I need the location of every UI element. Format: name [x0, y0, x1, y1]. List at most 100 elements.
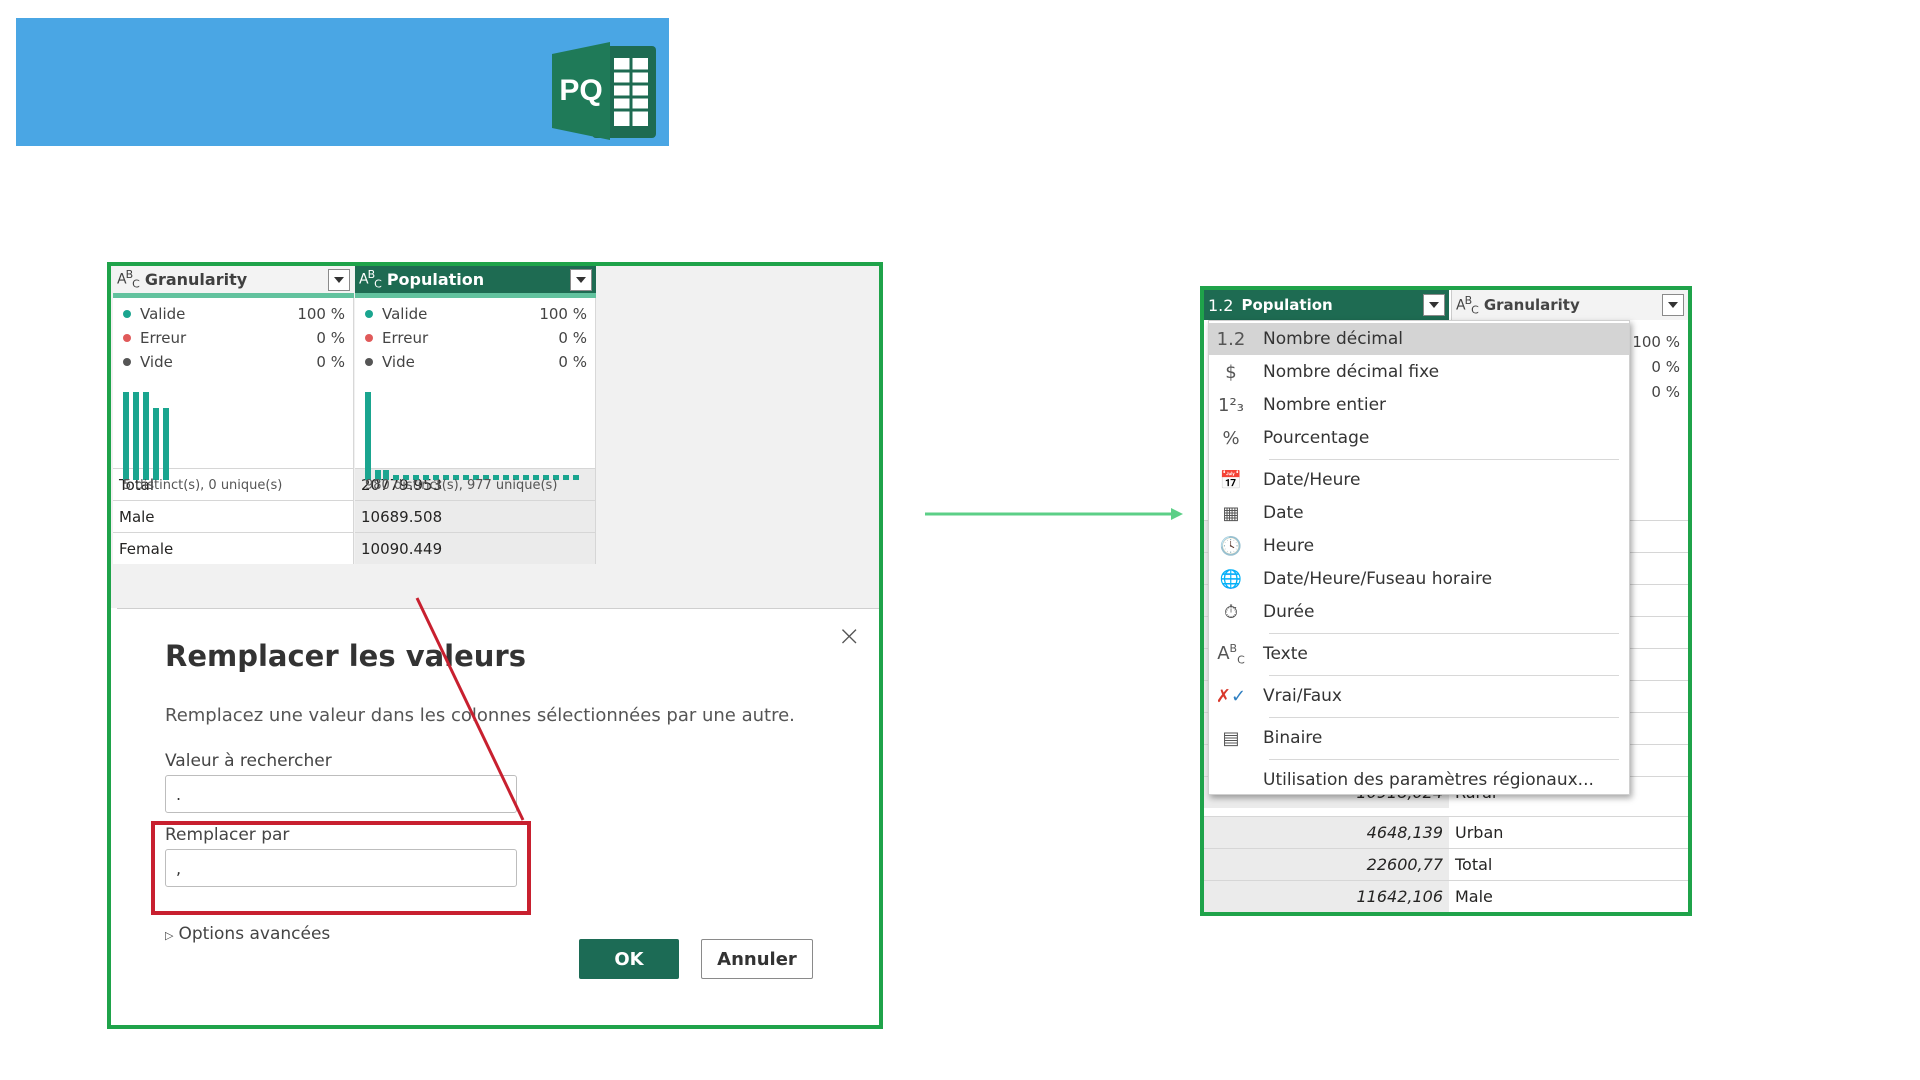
true-false-icon: ✗✓ — [1215, 685, 1247, 707]
quality-value: 0 % — [1651, 358, 1680, 376]
distribution-histogram — [365, 390, 585, 480]
cell[interactable]: 10090.449 — [355, 532, 596, 564]
menu-item-label: Nombre entier — [1263, 395, 1387, 415]
menu-item-nombre-decimal[interactable]: 1.2 Nombre décimal — [1209, 323, 1629, 355]
expand-triangle-icon: ▷ — [165, 929, 174, 942]
quality-label: Valide — [140, 305, 186, 323]
menu-separator — [1269, 717, 1619, 718]
quality-label: Valide — [382, 305, 428, 323]
filter-dropdown-button[interactable] — [1423, 294, 1445, 316]
column-population: ABC Population Valide 100 % Erreur 0 % Vid… — [355, 266, 596, 564]
quality-value: 0 % — [316, 353, 345, 371]
cell[interactable]: Female — [113, 532, 354, 564]
cell-value[interactable]: 22600,77 — [1204, 849, 1449, 880]
histogram-bar — [163, 408, 169, 480]
filter-dropdown-button[interactable] — [570, 268, 592, 291]
dialog-title: Remplacer les valeurs — [165, 639, 526, 673]
replace-label: Remplacer par — [165, 825, 290, 845]
distinct-count: 980 distinct(s), 977 unique(s) — [365, 478, 558, 493]
whole-number-icon: 1²₃ — [1218, 394, 1244, 416]
menu-item-label: Date/Heure/Fuseau horaire — [1263, 569, 1493, 589]
menu-item-fuseau-horaire[interactable]: 🌐 Date/Heure/Fuseau horaire — [1209, 563, 1629, 595]
power-query-logo-icon: PQ — [552, 42, 656, 140]
menu-item-binaire[interactable]: ▤ Binaire — [1209, 722, 1629, 754]
column-header-granularity[interactable]: ABC Granularity — [1451, 290, 1688, 320]
menu-item-label: Heure — [1263, 536, 1315, 556]
quality-row-valid: Valide 100 % — [123, 302, 345, 326]
text-type-icon[interactable]: ABC — [1456, 294, 1479, 316]
menu-item-label: Binaire — [1263, 728, 1323, 748]
menu-item-label: Date/Heure — [1263, 470, 1361, 490]
column-profile: Valide 100 % Erreur 0 % Vide 0 % 5 distinct… — [113, 298, 354, 493]
menu-item-heure[interactable]: 🕓 Heure — [1209, 530, 1629, 562]
quality-row-error: Erreur 0 % — [123, 326, 345, 350]
advanced-options-label: Options avancées — [178, 924, 331, 944]
histogram-bar — [573, 475, 579, 480]
logo-text: PQ — [559, 74, 602, 107]
data-type-menu: 1.2 Nombre décimal $ Nombre décimal fixe 1… — [1208, 320, 1630, 795]
replace-value-input[interactable] — [165, 849, 517, 887]
advanced-options-toggle[interactable]: ▷ Options avancées — [165, 924, 330, 944]
quality-value: 0 % — [1651, 383, 1680, 401]
empty-dot-icon — [365, 358, 373, 366]
column-profile: Valide 100 % Erreur 0 % Vide 0 % 980 distin… — [355, 298, 596, 493]
currency-icon: $ — [1225, 361, 1237, 383]
datetime-icon: 📅 — [1219, 469, 1243, 491]
text-type-icon[interactable]: ABC — [117, 268, 140, 290]
column-header-population[interactable]: ABC Population — [355, 266, 596, 298]
ok-button[interactable]: OK — [579, 939, 679, 979]
histogram-bar — [123, 392, 129, 480]
menu-item-pourcentage[interactable]: % Pourcentage — [1209, 422, 1629, 454]
quality-value: 0 % — [558, 329, 587, 347]
binary-icon: ▤ — [1222, 727, 1240, 749]
find-label: Valeur à rechercher — [165, 751, 332, 771]
menu-item-parametres-regionaux[interactable]: Utilisation des paramètres régionaux... — [1209, 764, 1629, 796]
quality-label: Erreur — [382, 329, 429, 347]
cell-label[interactable]: Male — [1449, 881, 1688, 912]
cancel-button[interactable]: Annuler — [701, 939, 813, 979]
quality-row-error: Erreur 0 % — [365, 326, 587, 350]
menu-item-date-heure[interactable]: 📅 Date/Heure — [1209, 464, 1629, 496]
cell-label[interactable]: Total — [1449, 849, 1688, 880]
cell-value[interactable]: 4648,139 — [1204, 817, 1449, 848]
empty-dot-icon — [123, 358, 131, 366]
quality-label: Erreur — [140, 329, 187, 347]
find-value-input[interactable] — [165, 775, 517, 813]
cell[interactable]: 10689.508 — [355, 500, 596, 532]
column-header-population[interactable]: 1.2 Population — [1204, 290, 1449, 320]
right-panel: 10918,024Rural 4648,139Urban 22600,77Tot… — [1200, 286, 1692, 916]
filter-dropdown-button[interactable] — [1662, 294, 1684, 316]
menu-item-nombre-entier[interactable]: 1²₃ Nombre entier — [1209, 389, 1629, 421]
histogram-bar — [153, 408, 159, 480]
cell-value[interactable]: 11642,106 — [1204, 881, 1449, 912]
menu-item-date[interactable]: ▦ Date — [1209, 497, 1629, 529]
quality-row-valid: Valide 100 % — [365, 302, 587, 326]
menu-item-nombre-decimal-fixe[interactable]: $ Nombre décimal fixe — [1209, 356, 1629, 388]
quality-value: 100 % — [539, 305, 587, 323]
menu-item-vrai-faux[interactable]: ✗✓ Vrai/Faux — [1209, 680, 1629, 712]
menu-item-label: Date — [1263, 503, 1304, 523]
menu-item-texte[interactable]: ABC Texte — [1209, 638, 1629, 670]
valid-dot-icon — [123, 310, 131, 318]
column-quality-values: 100 % 0 % 0 % — [1632, 330, 1680, 405]
cell[interactable]: Male — [113, 500, 354, 532]
menu-item-duree[interactable]: ⏱ Durée — [1209, 596, 1629, 628]
column-granularity: ABC Granularity Valide 100 % Erreur 0 % Vi… — [113, 266, 354, 564]
quality-label: Vide — [140, 353, 173, 371]
decimal-type-icon[interactable]: 1.2 — [1208, 296, 1233, 315]
distinct-count: 5 distinct(s), 0 unique(s) — [123, 478, 283, 493]
column-name: Population — [386, 270, 485, 289]
error-dot-icon — [123, 334, 131, 342]
text-type-icon[interactable]: ABC — [359, 268, 382, 290]
close-icon[interactable]: × — [838, 619, 861, 652]
column-header-granularity[interactable]: ABC Granularity — [113, 266, 354, 298]
histogram-bar — [365, 392, 371, 480]
quality-row-empty: Vide 0 % — [365, 350, 587, 374]
decimal-number-icon: 1.2 — [1216, 328, 1246, 350]
valid-dot-icon — [365, 310, 373, 318]
column-name: Population — [1241, 296, 1333, 314]
menu-item-label: Nombre décimal — [1263, 329, 1403, 349]
menu-item-label: Vrai/Faux — [1263, 686, 1342, 706]
cell-label[interactable]: Urban — [1449, 817, 1688, 848]
filter-dropdown-button[interactable] — [328, 268, 350, 291]
